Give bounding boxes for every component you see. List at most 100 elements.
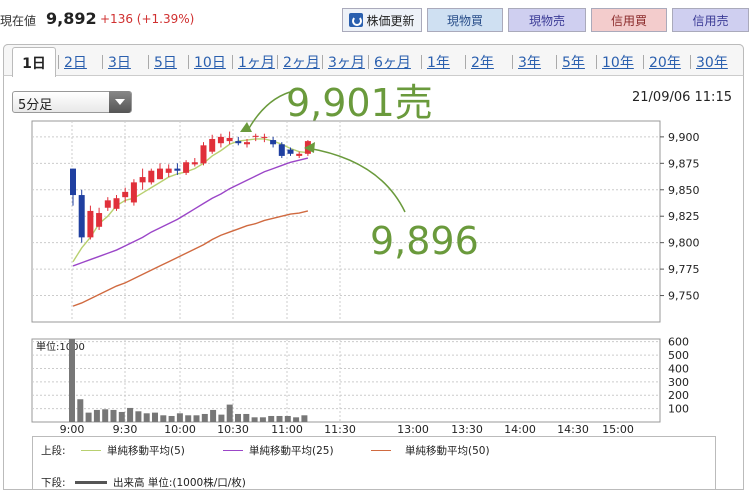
volume-bar (85, 412, 92, 422)
volume-y-tick: 400 (668, 362, 689, 375)
candle-body (148, 170, 155, 183)
candle-body (139, 177, 146, 183)
candle-body (252, 135, 259, 137)
volume-bar (135, 411, 142, 422)
volume-bar (168, 415, 175, 422)
candle-body (270, 140, 277, 145)
volume-bar (235, 413, 241, 422)
candle-body (122, 191, 129, 198)
candle-body (217, 136, 224, 144)
volume-y-tick: 500 (668, 349, 689, 362)
volume-bar (201, 413, 208, 422)
legend-ma25: 単純移動平均(25) (249, 445, 334, 457)
price-y-tick: 9,850 (668, 184, 700, 197)
price-y-tick: 9,775 (668, 263, 700, 276)
volume-bar (127, 407, 134, 422)
volume-bar (93, 409, 100, 422)
candle-body (157, 168, 163, 180)
x-tick-label: 11:30 (324, 423, 356, 436)
volume-bar (152, 412, 158, 422)
high-annotation: 9,901売 (286, 81, 433, 125)
legend-ma50-line (371, 450, 391, 451)
volume-bar (276, 415, 283, 422)
candle-body (244, 142, 250, 145)
x-tick-label: 14:00 (504, 423, 536, 436)
volume-unit-label: 単位:1000 (36, 340, 85, 353)
volume-bar (301, 415, 308, 422)
candle-body (96, 213, 103, 227)
volume-bar (226, 404, 233, 422)
candle-body (235, 141, 242, 144)
candle-body (165, 168, 172, 173)
volume-bar (176, 413, 183, 422)
candle-body (87, 210, 94, 238)
volume-bar (143, 413, 150, 422)
candle-body (226, 137, 233, 142)
volume-plot-frame (31, 338, 661, 423)
candle-body (200, 145, 207, 164)
candle-body (70, 168, 76, 196)
volume-bar (259, 417, 266, 422)
last-arrow (306, 147, 406, 213)
volume-bar (160, 415, 167, 422)
ma25-line (72, 157, 309, 267)
price-volume-chart: 9,900 9,875 9,850 9,825 9,800 9,775 9,750 9,901… (31, 81, 700, 436)
volume-y-tick: 200 (668, 389, 689, 402)
x-tick-label: 14:30 (557, 423, 589, 436)
volume-bar (251, 417, 258, 422)
volume-bar (102, 409, 109, 422)
price-y-tick: 9,900 (668, 131, 700, 144)
volume-bar (69, 339, 75, 422)
x-tick-label: 11:00 (271, 423, 303, 436)
candle-body (104, 200, 111, 208)
price-y-tick: 9,825 (668, 210, 700, 223)
volume-bar (218, 414, 225, 422)
legend-ma5: 単純移動平均(5) (107, 445, 185, 457)
x-tick-label: 10:00 (164, 423, 196, 436)
candle-body (183, 162, 190, 173)
ma50-line (72, 210, 309, 307)
price-y-tick: 9,875 (668, 157, 700, 170)
x-tick-label: 13:30 (451, 423, 483, 436)
legend-ma25-line (223, 450, 243, 451)
candle-body (296, 153, 303, 156)
price-y-tick: 9,800 (668, 237, 700, 250)
candle-body (174, 168, 181, 171)
volume-bar (110, 409, 117, 422)
volume-bar (210, 409, 217, 422)
legend-volume-swatch (75, 481, 107, 484)
volume-y-tick: 100 (668, 403, 689, 416)
volume-y-tick: 300 (668, 376, 689, 389)
volume-bar (293, 417, 300, 422)
candle-body (278, 144, 285, 156)
candle-body (78, 195, 85, 238)
candle-body (287, 149, 294, 154)
legend-volume: 出来高 単位:(1000株/口/枚) (113, 477, 246, 489)
volume-y-tick: 600 (668, 336, 689, 349)
x-tick-label: 13:00 (397, 423, 429, 436)
candle-body (261, 136, 268, 138)
volume-bar (118, 411, 125, 422)
x-tick-label: 15:00 (602, 423, 634, 436)
volume-bar (284, 415, 291, 422)
volume-bar (268, 415, 275, 422)
volume-bar (77, 399, 84, 422)
x-tick-label: 9:30 (113, 423, 138, 436)
last-annotation: 9,896 (370, 219, 479, 263)
candle-body (209, 138, 216, 152)
price-y-tick: 9,750 (668, 290, 700, 303)
legend-box: 上段: 単純移動平均(5) 単純移動平均(25) 単純移動平均(50) 下段: … (32, 436, 716, 490)
legend-lower-label: 下段: (41, 477, 66, 489)
candle-body (191, 162, 198, 165)
price-plot-frame (31, 120, 661, 323)
high-arrow (247, 91, 291, 131)
volume-bar (243, 413, 250, 422)
x-tick-label: 9:00 (60, 423, 85, 436)
legend-ma50: 単純移動平均(50) (405, 445, 490, 457)
legend-ma5-line (81, 450, 101, 451)
candle-body (130, 182, 137, 203)
volume-bar (193, 415, 200, 422)
candle-body (113, 198, 120, 209)
x-tick-label: 10:30 (217, 423, 249, 436)
legend-upper-label: 上段: (41, 445, 66, 457)
